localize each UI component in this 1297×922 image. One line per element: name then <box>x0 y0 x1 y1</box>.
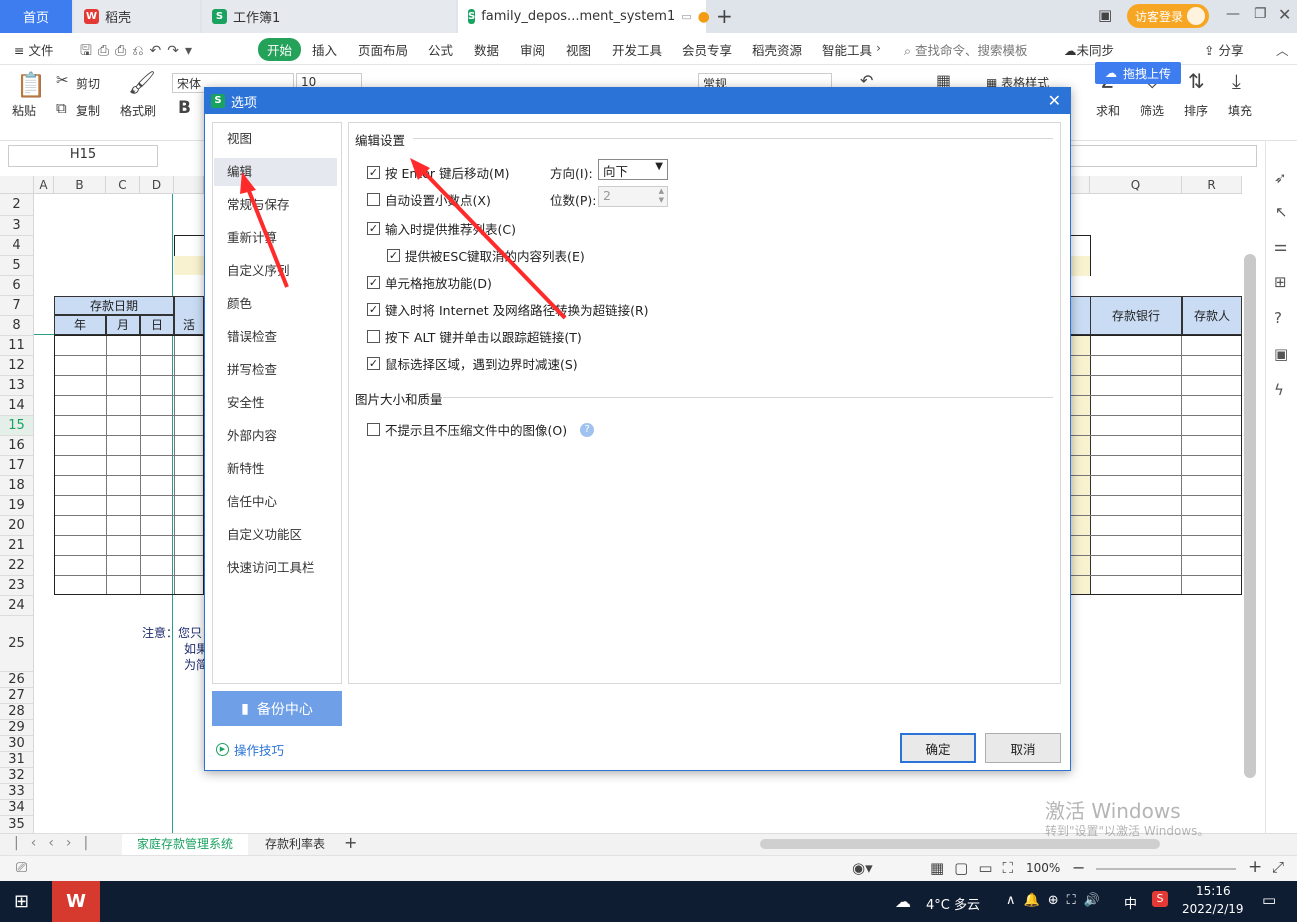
arrow-shaft <box>420 168 567 320</box>
wps-window: 首页 W 稻壳 S 工作簿1 S family_depos...ment_sys… <box>0 0 1297 922</box>
upload-button[interactable]: ☁ 拖拽上传 <box>1095 62 1182 84</box>
upload-label: 拖拽上传 <box>1123 66 1172 81</box>
annotation-arrows <box>240 158 567 320</box>
arrow-shaft <box>245 185 289 288</box>
baidu-cloud-icon: ☁ <box>1105 66 1117 80</box>
arrow-to-edit-nav <box>240 172 289 288</box>
arrow-head <box>240 172 256 194</box>
arrow-to-enter-option <box>410 158 567 320</box>
